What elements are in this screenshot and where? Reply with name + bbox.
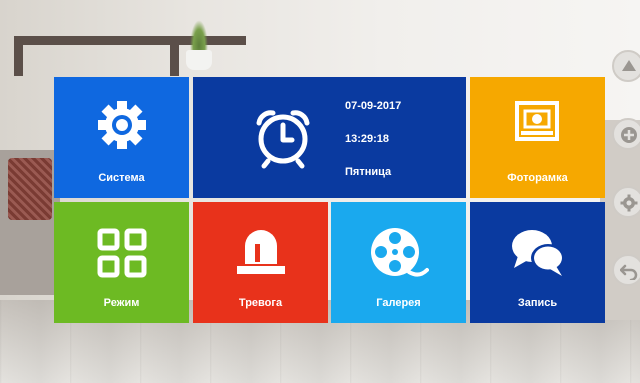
alarm-clock-icon	[256, 110, 310, 169]
film-reel-icon	[371, 228, 429, 277]
date-text: 07-09-2017	[345, 100, 402, 112]
grid-icon	[97, 228, 147, 278]
tile-trevoga[interactable]: Тревога	[193, 202, 328, 323]
gear-icon	[620, 194, 638, 212]
weekday-text: Пятница	[345, 166, 392, 178]
tile-label: Галерея	[376, 297, 421, 309]
wall-shelf-support	[14, 36, 23, 76]
plant-pot	[186, 50, 212, 70]
gear-icon	[98, 101, 146, 149]
wall-shelf	[14, 36, 246, 45]
settings-button[interactable]	[612, 186, 640, 218]
side-table	[600, 120, 640, 320]
back-arrow-icon	[620, 264, 638, 280]
siren-icon	[237, 230, 285, 274]
photo-frame-icon	[515, 101, 559, 141]
tile-fotoramka[interactable]: Фоторамка	[470, 77, 605, 198]
add-button[interactable]	[612, 118, 640, 150]
pillow	[8, 158, 52, 220]
tile-rezhim[interactable]: Режим	[54, 202, 189, 323]
tile-label: Запись	[517, 297, 558, 309]
tile-label: Режим	[103, 297, 140, 309]
date-time-readout: 07-09-2017 13:29:18 Пятница	[345, 101, 401, 200]
tile-sistema[interactable]: Система	[54, 77, 189, 198]
tile-date-time[interactable]: 07-09-2017 13:29:18 Пятница	[193, 77, 466, 198]
chat-bubbles-icon	[512, 230, 565, 276]
eject-button[interactable]	[612, 50, 640, 82]
time-text: 13:29:18	[345, 133, 390, 145]
tile-galereya[interactable]: Галерея	[331, 202, 466, 323]
back-button[interactable]	[612, 254, 640, 286]
tile-label: Система	[98, 172, 145, 184]
tile-label: Фоторамка	[507, 172, 568, 184]
tile-zapis[interactable]: Запись	[470, 202, 605, 323]
wall-shelf-support	[170, 36, 179, 76]
eject-triangle-icon	[622, 60, 636, 71]
plant	[190, 20, 208, 52]
plus-circle-icon	[621, 127, 637, 143]
tile-label: Тревога	[238, 297, 283, 309]
